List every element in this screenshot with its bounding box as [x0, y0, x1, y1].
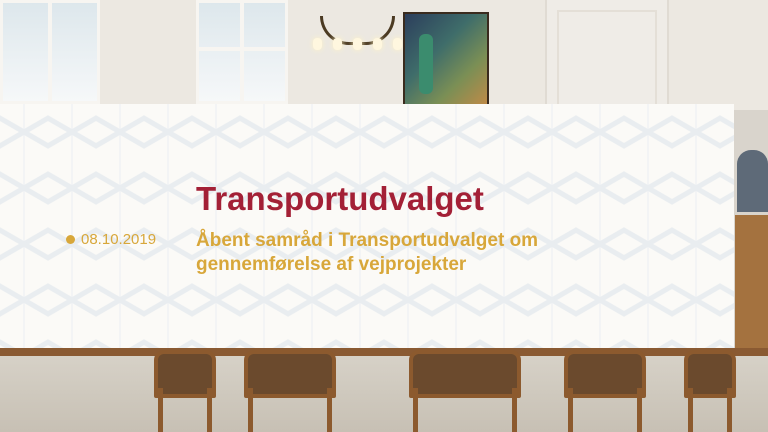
room-floor	[0, 348, 768, 432]
seated-person	[737, 150, 768, 212]
chandelier	[305, 0, 410, 60]
wall-painting	[403, 12, 489, 108]
date-row: 08.10.2019	[66, 231, 156, 248]
subtitle-line-2: gennemførelse af vejprojekter	[196, 254, 467, 275]
chair	[240, 350, 340, 432]
chair	[680, 350, 740, 432]
chair	[405, 350, 525, 432]
bullet-dot-icon	[66, 235, 75, 244]
window-left	[0, 0, 100, 104]
wall-panel-door	[545, 0, 669, 104]
chair	[150, 350, 220, 432]
committee-title: Transportudvalget	[196, 180, 484, 217]
side-table	[735, 215, 768, 348]
subtitle-line-1: Åbent samråd i Transportudvalget om	[196, 230, 539, 251]
title-card	[0, 104, 734, 348]
meeting-subtitle: Åbent samråd i Transportudvalget om genn…	[196, 229, 556, 277]
chair	[560, 350, 650, 432]
window-center	[196, 0, 288, 104]
table-edge	[0, 348, 768, 356]
meeting-date: 08.10.2019	[81, 231, 157, 248]
